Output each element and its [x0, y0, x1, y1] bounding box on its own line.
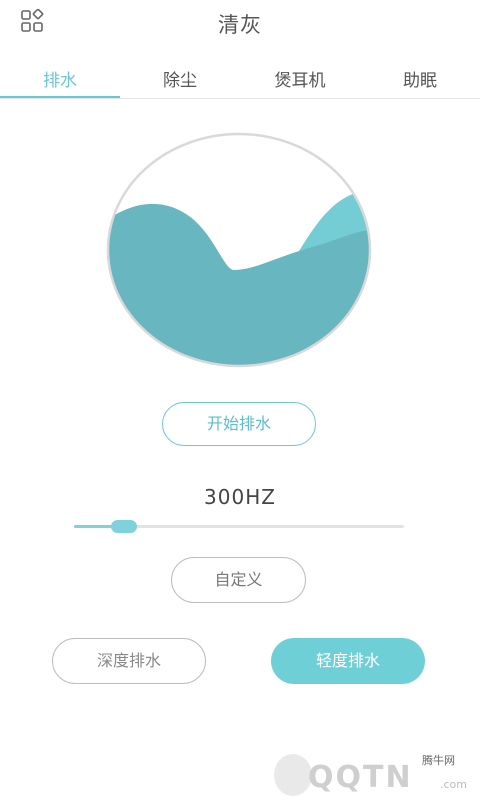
- tab-drain[interactable]: 排水: [0, 66, 120, 91]
- deep-drain-button[interactable]: 深度排水: [52, 638, 206, 684]
- light-drain-button[interactable]: 轻度排水: [271, 638, 425, 684]
- mode-tabs: 排水 除尘 煲耳机 助眠: [0, 58, 480, 99]
- active-tab-indicator: [0, 96, 120, 98]
- app-header: 清灰: [0, 0, 480, 48]
- watermark-suffix: .com: [440, 778, 467, 791]
- start-drain-button[interactable]: 开始排水: [162, 402, 316, 446]
- frequency-slider[interactable]: [74, 516, 404, 538]
- watermark-logo-icon: [274, 754, 312, 796]
- tab-dust[interactable]: 除尘: [120, 66, 240, 91]
- page-title: 清灰: [218, 13, 262, 37]
- watermark-logo-text: QQTN: [308, 760, 413, 795]
- slider-thumb[interactable]: [110, 520, 137, 533]
- tab-sleep[interactable]: 助眠: [360, 66, 480, 91]
- watermark: QQTN 腾牛网 .com: [268, 748, 480, 800]
- water-wave-icon: [104, 130, 374, 370]
- custom-button[interactable]: 自定义: [171, 557, 306, 603]
- frequency-value: 300HZ: [204, 485, 276, 509]
- watermark-site-name: 腾牛网: [422, 754, 455, 767]
- tab-earphone-burn-in[interactable]: 煲耳机: [240, 66, 360, 91]
